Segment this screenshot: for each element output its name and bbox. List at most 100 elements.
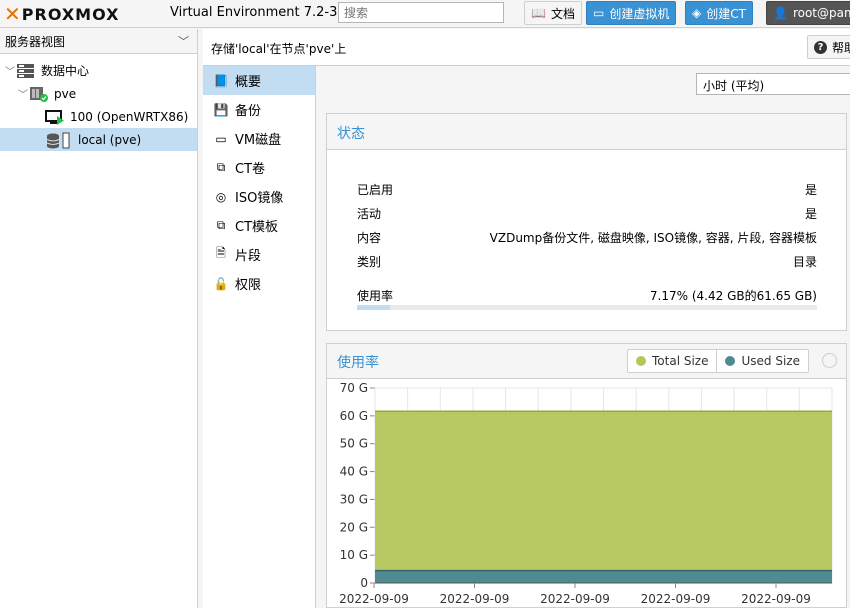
version-label: Virtual Environment 7.2-3: [170, 5, 338, 20]
nav-item-label: CT模板: [235, 220, 279, 235]
nav-item-snippets[interactable]: 🗎 片段: [203, 240, 315, 269]
nav-item-ct-volumes[interactable]: ⧉ CT卷: [203, 153, 315, 182]
timeframe-select[interactable]: 小时 (平均): [696, 73, 850, 95]
status-key: 已启用: [357, 183, 394, 197]
tree-node-label: 数据中心: [41, 64, 90, 78]
collapse-toggle-icon[interactable]: ﹀: [4, 63, 16, 78]
proxmox-logo[interactable]: ✕ PROXMOX: [4, 2, 120, 26]
nav-item-permissions[interactable]: 🔓 权限: [203, 269, 315, 298]
legend-label: Total Size: [652, 354, 709, 368]
disc-icon: ◎: [215, 189, 227, 204]
status-value: 是: [804, 207, 817, 221]
nav-item-label: ISO镜像: [235, 191, 284, 206]
question-icon: ?: [814, 40, 827, 54]
nav-item-label: 权限: [235, 278, 262, 293]
status-key: 活动: [357, 207, 382, 221]
nav-item-label: 片段: [235, 249, 262, 264]
user-icon: 👤: [773, 6, 788, 20]
server-rack-icon: [16, 63, 36, 79]
status-key: 类别: [357, 255, 382, 269]
user-label: root@pam: [792, 6, 850, 20]
tree-node-label: 100 (OpenWRTX86): [70, 109, 189, 124]
nav-item-summary[interactable]: 📘 概要: [203, 66, 315, 95]
y-tick-label: 50 G: [340, 437, 368, 451]
logo-text: PROXMOX: [21, 4, 120, 24]
reset-zoom-icon[interactable]: [822, 353, 837, 368]
help-button[interactable]: ? 帮助: [807, 35, 850, 59]
usage-area-chart: 0 10 G 20 G 30 G 40 G 50 G 60 G 70 G 2022-09-09 2…: [339, 381, 833, 606]
ct-volume-icon: ⧉: [216, 160, 226, 174]
legend-item-total-size[interactable]: Total Size: [628, 350, 716, 372]
tree-node-vm-100[interactable]: 100 (OpenWRTX86): [0, 105, 197, 128]
floppy-icon: 💾: [213, 102, 229, 117]
status-row-type: 类别 目录: [357, 253, 817, 271]
help-label: 帮助: [832, 40, 850, 55]
series-area-used-size: [375, 570, 832, 583]
chart-title-bar: 使用率 Total Size Used Size: [327, 344, 846, 379]
proxmox-x-icon: ✕: [4, 2, 21, 26]
tree-node-label: local (pve): [78, 132, 142, 147]
hdd-icon: ▭: [215, 131, 227, 146]
search-input[interactable]: [338, 2, 504, 23]
tree-node-pve[interactable]: ﹀ pve: [0, 82, 197, 105]
cube-icon: ◈: [692, 6, 702, 20]
y-tick-label: 70 G: [340, 381, 368, 395]
create-ct-label: 创建CT: [706, 6, 746, 21]
x-tick-label: 2022-09-09: [741, 592, 811, 606]
nav-item-label: 概要: [235, 75, 262, 90]
book-icon: 📘: [213, 73, 229, 88]
storage-nav: 📘 概要 💾 备份 ▭ VM磁盘 ⧉ CT卷 ◎ ISO镜像 ⧉ CT模板 🗎 …: [203, 66, 316, 608]
nav-item-ct-templates[interactable]: ⧉ CT模板: [203, 211, 315, 240]
user-menu-button[interactable]: 👤 root@pam: [766, 1, 850, 25]
view-selector[interactable]: 服务器视图 ﹀: [0, 29, 197, 54]
legend-item-used-size[interactable]: Used Size: [716, 350, 807, 372]
status-row-active: 活动 是: [357, 205, 817, 223]
create-ct-button[interactable]: ◈ 创建CT: [685, 1, 753, 25]
y-tick-label: 60 G: [340, 409, 368, 423]
nav-item-vm-disks[interactable]: ▭ VM磁盘: [203, 124, 315, 153]
desktop-icon: ▭: [593, 6, 605, 20]
usage-value: 7.17% (4.42 GB的61.65 GB): [649, 289, 817, 303]
tree-node-datacenter[interactable]: ﹀ 数据中心: [0, 59, 197, 82]
y-tick-label: 40 G: [340, 465, 368, 479]
ct-template-icon: ⧉: [216, 218, 226, 232]
create-vm-label: 创建虚拟机: [609, 6, 670, 21]
status-value: 目录: [792, 255, 817, 269]
status-row-usage: 使用率 7.17% (4.42 GB的61.65 GB): [357, 287, 817, 305]
status-key: 内容: [357, 231, 382, 245]
nav-item-backup[interactable]: 💾 备份: [203, 95, 315, 124]
status-panel: 状态 已启用 是 活动 是 内容 VZDump备份文件, 磁盘映像, ISO镜像…: [326, 113, 847, 331]
resource-tree: 服务器视图 ﹀ ﹀ 数据中心 ﹀ pve 100 (OpenWRTX86) lo…: [0, 29, 198, 608]
chevron-down-icon: ﹀: [178, 35, 189, 48]
y-tick-label: 30 G: [340, 492, 368, 506]
book-icon: 📖: [531, 6, 546, 20]
usage-label: 使用率: [357, 289, 394, 303]
x-tick-label: 2022-09-09: [540, 592, 610, 606]
unlock-icon: 🔓: [213, 276, 229, 291]
create-vm-button[interactable]: ▭ 创建虚拟机: [586, 1, 677, 25]
status-row-enabled: 已启用 是: [357, 181, 817, 199]
legend-label: Used Size: [741, 354, 800, 368]
docs-label: 文档: [550, 6, 575, 21]
usage-progress-bar: [357, 305, 817, 310]
top-bar: ✕ PROXMOX Virtual Environment 7.2-3 📖 文档…: [0, 0, 850, 28]
usage-progress-fill: [357, 305, 390, 310]
content-header: 存储'local'在节点'pve'上 ? 帮助: [203, 29, 850, 66]
x-tick-label: 2022-09-09: [440, 592, 510, 606]
summary-panel: 小时 (平均) 状态 已启用 是 活动 是 内容 VZDump备份文件, 磁盘映…: [317, 66, 850, 608]
status-row-content: 内容 VZDump备份文件, 磁盘映像, ISO镜像, 容器, 片段, 容器模板: [357, 229, 817, 247]
storage-database-icon: [45, 132, 70, 148]
legend-dot: [636, 356, 646, 366]
nav-item-iso-images[interactable]: ◎ ISO镜像: [203, 182, 315, 211]
nav-item-label: CT卷: [235, 162, 266, 177]
y-tick-label: 0: [360, 576, 368, 590]
collapse-toggle-icon[interactable]: ﹀: [17, 86, 29, 101]
view-label: 服务器视图: [5, 34, 66, 49]
y-tick-label: 10 G: [340, 548, 368, 562]
y-tick-label: 20 G: [340, 520, 368, 534]
vm-running-icon: [45, 109, 65, 125]
nav-item-label: VM磁盘: [235, 133, 282, 148]
docs-button[interactable]: 📖 文档: [524, 1, 582, 25]
tree-node-local-storage[interactable]: local (pve): [0, 128, 197, 151]
chart-legend: Total Size Used Size: [627, 349, 809, 373]
